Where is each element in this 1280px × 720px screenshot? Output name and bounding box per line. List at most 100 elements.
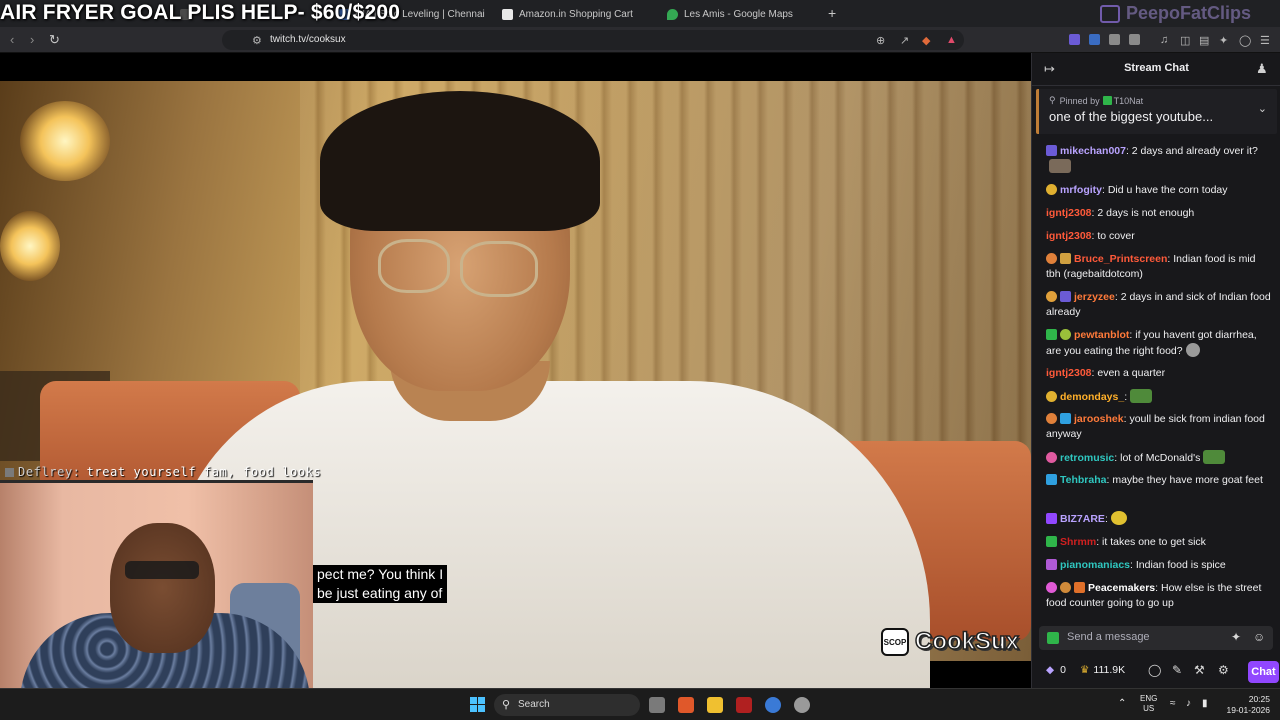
zoom-icon[interactable]: ⊕ xyxy=(876,34,885,47)
chat-title: Stream Chat xyxy=(1124,62,1189,74)
chat-username[interactable]: demondays_ xyxy=(1060,391,1124,403)
settings-icon[interactable]: ⚙ xyxy=(1218,663,1229,677)
url-text[interactable]: twitch.tv/cooksux xyxy=(270,34,346,45)
chat-message[interactable]: Shrmm: it takes one to get sick xyxy=(1046,535,1272,550)
chat-message[interactable]: Bruce_Printscreen: Indian food is mid tb… xyxy=(1046,252,1272,282)
extension-icon[interactable] xyxy=(1089,34,1100,45)
chat-message[interactable]: jarooshek: youll be sick from indian foo… xyxy=(1046,412,1272,442)
chat-username[interactable]: mrfogity xyxy=(1060,184,1102,196)
pen-icon[interactable]: ✎ xyxy=(1172,663,1182,677)
app-icon[interactable] xyxy=(765,697,781,713)
extension-icon[interactable] xyxy=(1069,34,1080,45)
chat-input[interactable]: Send a message ✦ ☺ xyxy=(1039,626,1273,650)
chat-username[interactable]: igntj2308 xyxy=(1046,367,1092,379)
chat-username[interactable]: jerzyzee xyxy=(1074,291,1115,303)
chat-message[interactable]: Peacemakers: How else is the street food… xyxy=(1046,581,1272,611)
volume-icon[interactable]: ♪ xyxy=(1186,699,1191,709)
chat-username[interactable]: jarooshek xyxy=(1074,413,1124,425)
extension-icon[interactable] xyxy=(1129,34,1140,45)
subtitle-line: pect me? You think I xyxy=(317,566,444,582)
chat-message[interactable]: BIZ7ARE: xyxy=(1046,511,1272,527)
chat-message[interactable]: retromusic: lot of McDonald's xyxy=(1046,450,1272,466)
file-explorer-icon[interactable] xyxy=(707,697,723,713)
chat-username[interactable]: Bruce_Printscreen xyxy=(1074,253,1167,265)
watermark-text: PeepoFatClips xyxy=(1126,3,1252,23)
chat-message[interactable]: jerzyzee: 2 days in and sick of Indian f… xyxy=(1046,290,1272,320)
chat-username[interactable]: pianomaniacs xyxy=(1060,559,1130,571)
viewer-count[interactable]: ♛ 111.9K xyxy=(1080,664,1125,676)
chat-username[interactable]: igntj2308 xyxy=(1046,230,1092,242)
wallet-icon[interactable]: ▤ xyxy=(1199,34,1209,47)
screen: DIA | Solo Leveling | Chennai Amazon.in … xyxy=(0,0,1280,720)
new-tab-button[interactable]: + xyxy=(828,4,836,22)
taskbar-search[interactable]: ⚲ Search xyxy=(494,694,640,716)
chat-username[interactable]: pewtanblot xyxy=(1074,329,1129,341)
app-icon[interactable] xyxy=(794,697,810,713)
app-icon[interactable] xyxy=(736,697,752,713)
chat-username[interactable]: retromusic xyxy=(1060,452,1114,464)
chat-text: : 2 days and already over it? xyxy=(1125,145,1258,157)
expand-pinned-icon[interactable]: ⌄ xyxy=(1258,102,1267,115)
shield-icon[interactable]: ◯ xyxy=(1148,663,1161,677)
pin-icon: ⚲ xyxy=(1049,95,1056,105)
channel-points[interactable]: ◆ 0 xyxy=(1046,664,1066,676)
brave-shield-icon[interactable]: ◆ xyxy=(922,34,930,47)
chat-message[interactable]: igntj2308: 2 days is not enough xyxy=(1046,206,1272,221)
user-badge-icon xyxy=(1074,582,1085,593)
address-bar[interactable]: ⚙ twitch.tv/cooksux ⊕ ↗ ◆ ▲ xyxy=(222,30,964,50)
chat-message[interactable]: igntj2308: to cover xyxy=(1046,229,1272,244)
chat-username[interactable]: igntj2308 xyxy=(1046,207,1092,219)
rewards-icon[interactable]: ▲ xyxy=(946,34,957,46)
chat-send-button[interactable]: Chat xyxy=(1248,661,1279,683)
menu-icon[interactable]: ☰ xyxy=(1260,34,1270,47)
subtitle-line: be just eating any of xyxy=(317,585,443,601)
extension-icon[interactable] xyxy=(1109,34,1120,45)
watermark-logo-icon xyxy=(1100,4,1120,23)
chat-message-list[interactable]: mikechan007: 2 days and already over it?… xyxy=(1032,141,1280,611)
overlay-chat-message: Deflrey: treat yourself fam, food looks xyxy=(0,463,321,481)
share-icon[interactable]: ↗ xyxy=(900,34,909,47)
clock-date: 19-01-2026 xyxy=(1226,705,1270,715)
chat-message[interactable]: pewtanblot: if you havent got diarrhea, … xyxy=(1046,328,1272,359)
chat-message[interactable]: Tehbraha: maybe they have more goat feet xyxy=(1046,473,1272,488)
emote-picker-icon[interactable]: ☺ xyxy=(1253,630,1265,644)
brave-browser-icon[interactable] xyxy=(678,697,694,713)
start-button[interactable] xyxy=(470,697,485,712)
reload-icon[interactable]: ↻ xyxy=(49,32,60,48)
chat-message[interactable]: pianomaniacs: Indian food is spice xyxy=(1046,558,1272,573)
chat-username[interactable]: BIZ7ARE xyxy=(1060,513,1105,525)
tab-google-maps[interactable]: Les Amis - Google Maps xyxy=(667,4,817,24)
video-player[interactable]: Deflrey: treat yourself fam, food looks … xyxy=(0,53,1031,688)
battery-icon[interactable]: ▮ xyxy=(1202,699,1208,709)
tray-overflow-icon[interactable]: ⌃ xyxy=(1118,699,1126,709)
chat-message[interactable]: mikechan007: 2 days and already over it? xyxy=(1046,144,1272,175)
chat-text: : maybe they have more goat feet xyxy=(1106,474,1263,486)
chat-message[interactable]: mrfogity: Did u have the corn today xyxy=(1046,183,1272,198)
language-code: ENG xyxy=(1140,694,1158,703)
site-info-icon[interactable]: ⚙ xyxy=(252,34,262,47)
reactor-webcam xyxy=(0,480,313,688)
language-indicator[interactable]: ENG US xyxy=(1140,694,1157,714)
chat-username[interactable]: Shrmm xyxy=(1060,536,1096,548)
forward-icon[interactable]: › xyxy=(30,32,34,47)
chat-message[interactable]: igntj2308: even a quarter xyxy=(1046,366,1272,381)
community-icon[interactable]: ♟ xyxy=(1256,61,1268,77)
tab-amazon-cart[interactable]: Amazon.in Shopping Cart xyxy=(502,4,652,24)
vpn-icon[interactable]: ◯ xyxy=(1239,34,1251,47)
chat-username[interactable]: Peacemakers xyxy=(1088,582,1155,594)
chat-username[interactable]: Tehbraha xyxy=(1060,474,1106,486)
chat-username[interactable]: mikechan007 xyxy=(1060,145,1126,157)
wifi-icon[interactable]: ≈ xyxy=(1170,699,1176,709)
bits-icon[interactable]: ✦ xyxy=(1231,630,1241,644)
pinned-message[interactable]: ⚲ Pinned by T10Nat one of the biggest yo… xyxy=(1036,89,1277,134)
system-clock[interactable]: 20:25 19-01-2026 xyxy=(1222,694,1270,716)
media-icon[interactable]: ♫ xyxy=(1160,34,1168,46)
sidebar-icon[interactable]: ◫ xyxy=(1180,34,1190,47)
back-icon[interactable]: ‹ xyxy=(10,32,14,47)
user-badge-icon xyxy=(1046,452,1057,463)
chat-message[interactable]: demondays_: xyxy=(1046,389,1272,405)
leo-icon[interactable]: ✦ xyxy=(1219,34,1228,47)
pendant-lamp xyxy=(0,211,60,281)
mod-tools-icon[interactable]: ⚒ xyxy=(1194,663,1205,677)
task-view-icon[interactable] xyxy=(649,697,665,713)
